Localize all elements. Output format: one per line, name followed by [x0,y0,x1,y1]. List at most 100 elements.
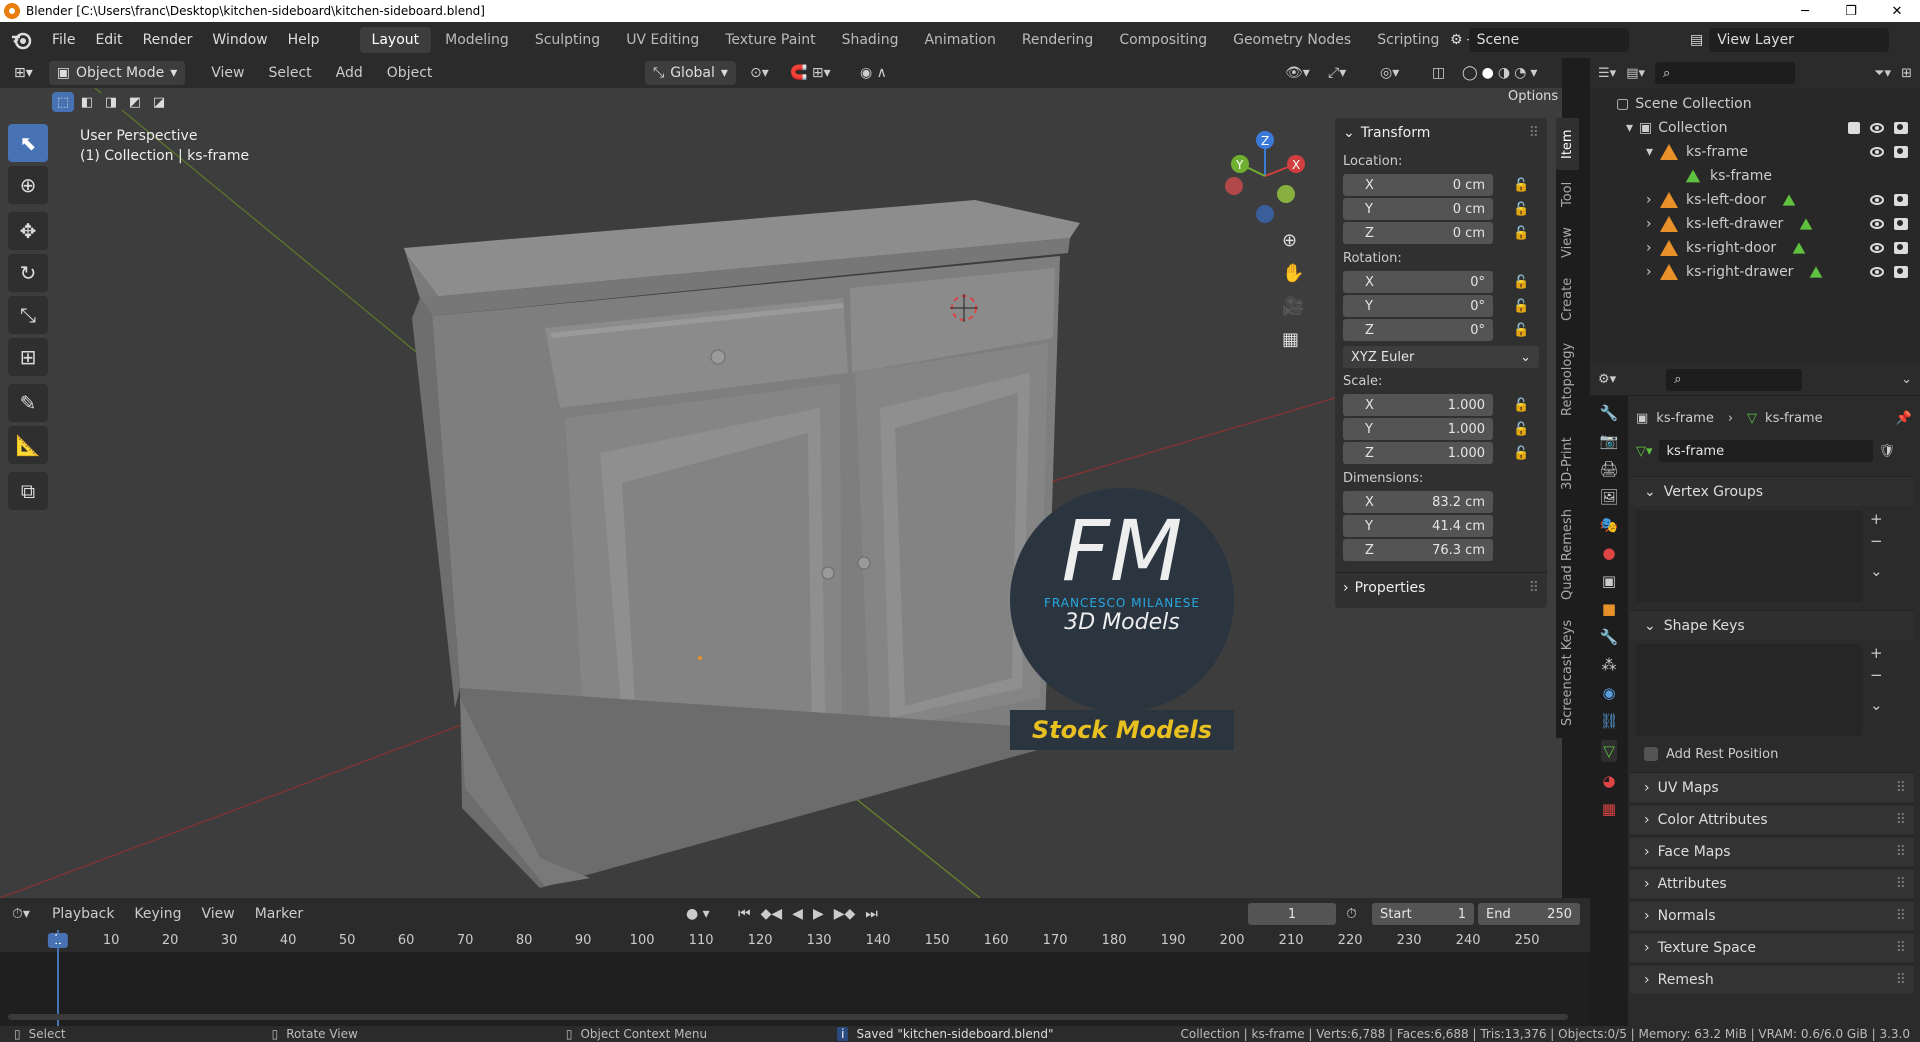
outliner-item[interactable]: ▾ ks-frame [1590,140,1920,164]
move-tool-icon[interactable]: ✥ [8,212,48,250]
timeline-menu-view[interactable]: View [191,906,244,922]
navigation-gizmo[interactable]: Z X Y [1220,128,1310,228]
drag-handle-icon[interactable]: ⠿ [1896,908,1906,924]
lock-icon[interactable]: 🔓 [1513,299,1529,314]
mesh-browse-icon[interactable]: ▽▾ [1636,444,1653,459]
visibility-icon[interactable]: 👁▾ [1285,65,1310,81]
lock-icon[interactable]: 🔓 [1513,202,1529,217]
select-intersect-icon[interactable]: ◪ [148,92,170,112]
play-reverse-icon[interactable]: ◀ [792,906,803,922]
tab-layout[interactable]: Layout [359,27,432,53]
gizmo-icon[interactable]: ⤢▾ [1328,65,1346,81]
select-new-icon[interactable]: ⬚ [52,92,74,112]
solid-shading-icon[interactable]: ● [1482,65,1494,81]
timeline-scrollbar[interactable] [8,1014,1568,1020]
add-cube-tool-icon[interactable]: ⧉ [8,472,48,510]
eye-icon[interactable] [1870,243,1884,253]
snap-icon[interactable]: 🧲 ⊞▾ [790,65,831,81]
tab-view[interactable]: View [1556,218,1579,268]
section-uv-maps[interactable]: › UV Maps ⠿ [1630,772,1914,802]
physics-properties-icon[interactable]: ◉ [1602,684,1615,702]
end-frame-field[interactable]: End 250 [1478,903,1580,925]
checkbox-icon[interactable] [1644,747,1658,761]
view-layer-selector[interactable]: ▤ View Layer [1690,28,1890,52]
lock-icon[interactable]: 🔓 [1513,422,1529,437]
dimensions-y-field[interactable]: Y 41.4 cm [1343,515,1493,537]
eye-icon[interactable] [1870,267,1884,277]
modifier-properties-icon[interactable]: 🔧 [1600,628,1619,646]
material-shading-icon[interactable]: ◑ [1498,65,1510,81]
add-shape-key-icon[interactable]: + [1870,644,1883,662]
start-frame-field[interactable]: Start 1 [1372,903,1474,925]
drag-handle-icon[interactable]: ⠿ [1896,812,1906,828]
tab-create[interactable]: Create [1556,268,1579,330]
properties-panel-header[interactable]: › Properties ⠿ [1335,572,1547,602]
tab-sculpting[interactable]: Sculpting [523,27,612,53]
tab-rendering[interactable]: Rendering [1010,27,1106,53]
chevron-down-icon[interactable]: ▾ [1530,65,1537,81]
drag-handle-icon[interactable]: ⠿ [1896,940,1906,956]
timeline-menu-marker[interactable]: Marker [245,906,313,922]
tab-compositing[interactable]: Compositing [1107,27,1219,53]
fake-user-shield-icon[interactable]: 🛡 [1879,444,1896,459]
shape-key-menu-icon[interactable]: ⌄ [1870,696,1883,714]
texture-properties-icon[interactable]: ▦ [1602,800,1616,818]
drag-handle-icon[interactable]: ⠿ [1529,580,1539,596]
select-box-tool-icon[interactable]: ⬉ [8,124,48,162]
chevron-icon[interactable]: › [1646,192,1660,208]
collection-properties-icon[interactable]: ▣ [1602,572,1616,590]
section-color-attributes[interactable]: › Color Attributes ⠿ [1630,804,1914,834]
proportional-edit-icon[interactable]: ◉ ∧ [860,65,887,81]
tab-tool[interactable]: Tool [1556,170,1579,218]
rotation-z-field[interactable]: Z 0° [1343,319,1493,341]
view-layer-properties-icon[interactable]: 🖼 [1599,488,1618,506]
tab-animation[interactable]: Animation [912,27,1007,53]
jump-start-icon[interactable]: ⏮ [738,906,751,922]
viewport-menu-view[interactable]: View [199,65,256,81]
minimize-button[interactable]: ─ [1782,0,1828,22]
menu-file[interactable]: File [42,32,85,48]
jump-keyframe-forward-icon[interactable]: ▶◆ [834,906,856,922]
section-attributes[interactable]: › Attributes ⠿ [1630,868,1914,898]
object-properties-icon[interactable]: ■ [1602,600,1616,618]
camera-view-icon[interactable]: 🎥 [1282,296,1304,317]
vertex-groups-header[interactable]: ⌄ Vertex Groups [1630,476,1914,506]
tab-item[interactable]: Item [1556,118,1579,170]
options-button[interactable]: Options ▾ [1500,88,1562,108]
menu-render[interactable]: Render [133,32,203,48]
current-frame-field[interactable]: 1 [1248,903,1336,925]
3d-viewport[interactable]: User Perspective (1) Collection | ks-fra… [0,88,1562,898]
chevron-icon[interactable]: › [1646,264,1660,280]
viewport-menu-object[interactable]: Object [375,65,445,81]
scale-y-field[interactable]: Y 1.000 [1343,418,1493,440]
camera-icon[interactable] [1894,122,1908,134]
eye-icon[interactable] [1870,219,1884,229]
remove-vertex-group-icon[interactable]: − [1870,532,1883,550]
wireframe-shading-icon[interactable]: ◯ [1462,65,1478,81]
chevron-icon[interactable]: ▾ [1646,144,1660,160]
outliner-search-input[interactable]: ⌕ [1655,62,1795,84]
mesh-name-field[interactable]: ks-frame [1658,440,1873,462]
rotation-x-field[interactable]: X 0° [1343,271,1493,293]
tab-scripting[interactable]: Scripting [1365,27,1451,53]
mode-dropdown[interactable]: ▣ Object Mode ▾ [48,61,186,85]
lock-icon[interactable]: 🔓 [1513,275,1529,290]
timeline-menu-playback[interactable]: Playback [42,906,124,922]
tab-texture-paint[interactable]: Texture Paint [713,27,827,53]
zoom-icon[interactable]: ⊕ [1282,230,1304,251]
rendered-shading-icon[interactable]: ◔ [1514,65,1526,81]
location-y-field[interactable]: Y 0 cm [1343,198,1493,220]
drag-handle-icon[interactable]: ⠿ [1896,844,1906,860]
orientation-dropdown[interactable]: ⤡ Global ▾ [645,61,736,85]
constraints-properties-icon[interactable]: ⛓ [1599,712,1618,730]
close-button[interactable]: ✕ [1874,0,1920,22]
playhead[interactable] [57,930,59,1026]
properties-search-input[interactable]: ⌕ [1666,368,1803,391]
shape-keys-header[interactable]: ⌄ Shape Keys [1630,610,1914,640]
lock-icon[interactable]: 🔓 [1513,446,1529,461]
dimensions-x-field[interactable]: X 83.2 cm [1343,491,1493,513]
outliner-item[interactable]: › ks-left-door [1590,188,1920,212]
chevron-icon[interactable]: › [1646,216,1660,232]
record-icon[interactable]: ● ▾ [686,906,710,922]
rotation-y-field[interactable]: Y 0° [1343,295,1493,317]
